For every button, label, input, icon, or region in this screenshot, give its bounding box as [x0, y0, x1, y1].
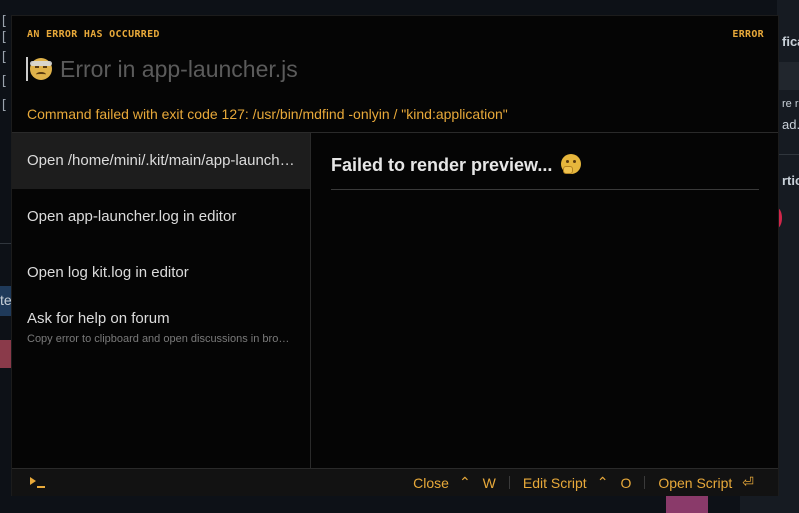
- footer-separator: [508, 476, 510, 489]
- error-prompt-window: AN ERROR HAS OCCURRED ERROR Error in app…: [11, 15, 779, 496]
- error-heading: AN ERROR HAS OCCURRED: [27, 29, 160, 40]
- background-glyph: [: [0, 50, 8, 65]
- choice-open-script[interactable]: Open /home/mini/.kit/main/app-launcher.j…: [12, 133, 310, 189]
- edit-script-action[interactable]: Edit Script ⌃ O: [523, 474, 631, 491]
- shortcut-key: O: [620, 474, 632, 491]
- choice-ask-forum[interactable]: Ask for help on forum Copy error to clip…: [12, 301, 310, 357]
- background-glyph: [: [0, 30, 8, 45]
- control-key-icon: ⌃: [458, 474, 471, 490]
- choice-label: Ask for help on forum: [27, 310, 170, 327]
- background-glyph: [: [0, 14, 8, 29]
- choice-open-log[interactable]: Open app-launcher.log in editor: [12, 189, 310, 245]
- preview-panel: Failed to render preview...: [311, 133, 778, 468]
- background-fragment: fica: [782, 34, 799, 49]
- background-fragment: re r: [782, 98, 799, 110]
- preview-heading: Failed to render preview...: [331, 154, 582, 176]
- shortcut-key: W: [482, 474, 496, 491]
- footer-bar: Close ⌃ W Edit Script ⌃ O Open Script ⏎: [12, 468, 778, 496]
- background-thumbnail: [666, 496, 708, 513]
- edit-script-label: Edit Script: [522, 474, 587, 491]
- choice-label: Open app-launcher.log in editor: [27, 208, 237, 225]
- background-glyph: [: [0, 74, 8, 89]
- prompt-input[interactable]: Error in app-launcher.js: [26, 54, 298, 84]
- choice-description: Copy error to clipboard and open discuss…: [27, 333, 297, 345]
- close-label: Close: [413, 474, 449, 491]
- preview-text: Failed to render preview...: [331, 155, 553, 175]
- error-badge: ERROR: [732, 29, 764, 40]
- thinking-face-icon: [561, 154, 582, 174]
- background-panel: [740, 496, 799, 513]
- prompt-placeholder: Error in app-launcher.js: [60, 55, 298, 82]
- bandaged-face-icon: [30, 58, 52, 80]
- background-fragment: te: [0, 292, 12, 308]
- error-message: Command failed with exit code 127: /usr/…: [27, 106, 508, 122]
- enter-key-icon: ⏎: [742, 474, 754, 490]
- close-action[interactable]: Close ⌃ W: [413, 474, 496, 491]
- choice-list: Open /home/mini/.kit/main/app-launcher.j…: [12, 133, 311, 468]
- control-key-icon: ⌃: [596, 474, 609, 490]
- open-script-label: Open Script: [658, 474, 733, 491]
- prompt-header: AN ERROR HAS OCCURRED ERROR Error in app…: [12, 16, 778, 133]
- choice-open-kit-log[interactable]: Open log kit.log in editor: [12, 245, 310, 301]
- background-glyph: [: [0, 98, 8, 113]
- background-fragment: ad.: [782, 117, 799, 132]
- open-script-action[interactable]: Open Script ⏎: [658, 474, 754, 491]
- text-cursor: [26, 57, 28, 81]
- choice-label: Open /home/mini/.kit/main/app-launcher.j…: [27, 152, 297, 169]
- background-divider: [0, 243, 11, 244]
- choice-label: Open log kit.log in editor: [27, 264, 189, 281]
- footer-separator: [644, 476, 646, 489]
- background-input: [779, 62, 799, 90]
- footer-actions: Close ⌃ W Edit Script ⌃ O Open Script ⏎: [413, 474, 754, 491]
- background-thumbnail: [0, 340, 11, 368]
- background-divider: [779, 154, 799, 155]
- background-fragment: rtic: [782, 173, 799, 188]
- terminal-prompt-icon[interactable]: [30, 477, 46, 489]
- preview-divider: [331, 189, 759, 190]
